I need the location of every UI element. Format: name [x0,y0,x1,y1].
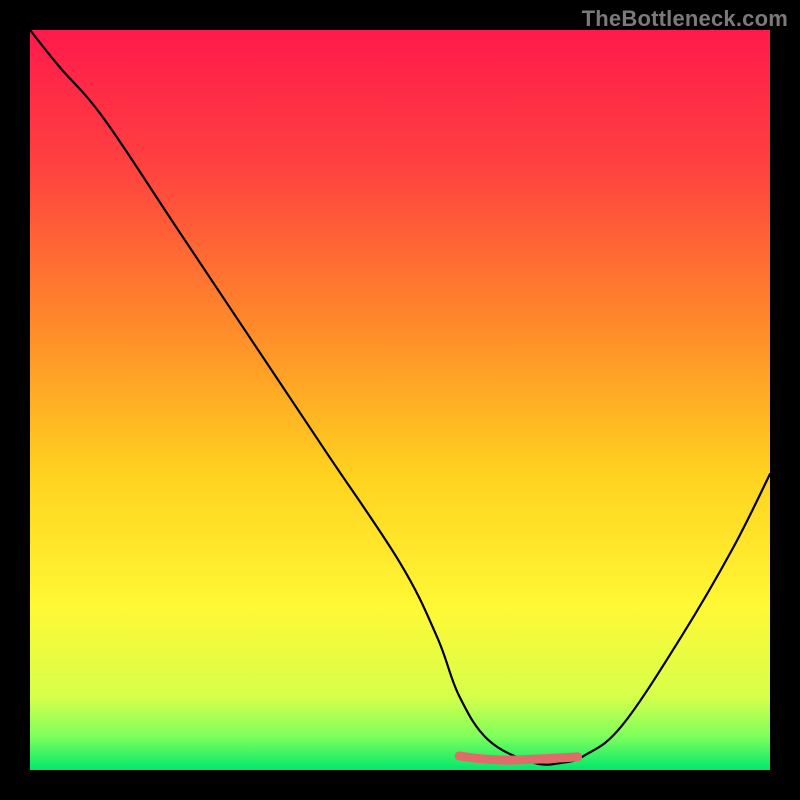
plot-area [30,30,770,770]
chart-svg [30,30,770,770]
watermark-text: TheBottleneck.com [582,6,788,32]
optimal-range-marker [459,756,577,760]
chart-frame: TheBottleneck.com [0,0,800,800]
gradient-background [30,30,770,770]
